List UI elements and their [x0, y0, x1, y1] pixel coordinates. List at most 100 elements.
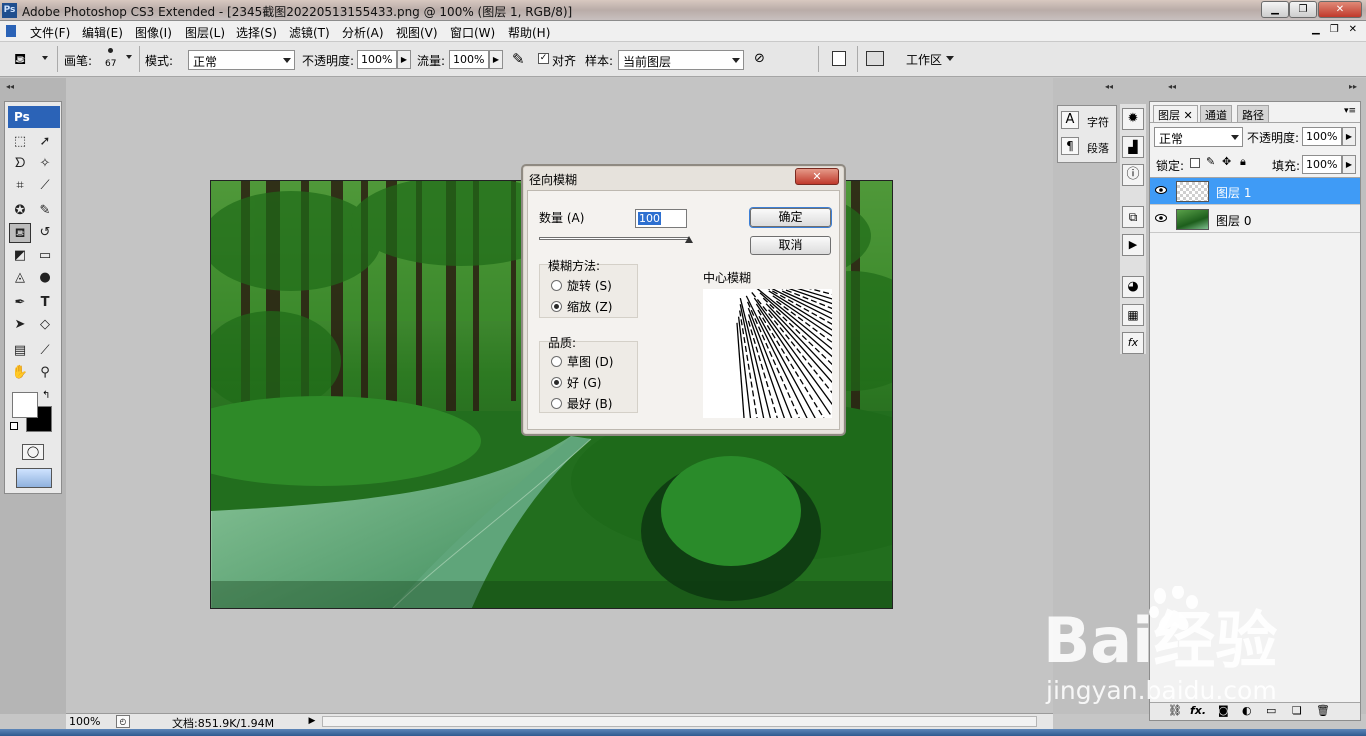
brushes-palette-icon[interactable]	[832, 51, 846, 66]
collapse-arrows-icon[interactable]: ◂◂	[6, 82, 14, 91]
opacity-slider-button[interactable]: ▶	[397, 50, 411, 69]
marquee-tool-icon[interactable]: ⬚	[9, 132, 31, 152]
layer-row[interactable]: 图层 0	[1150, 206, 1360, 233]
clone-stamp-tool-icon[interactable]: ⛾	[9, 223, 31, 243]
layer-style-button[interactable]: fx.	[1190, 704, 1206, 717]
brush-picker-arrow-icon[interactable]	[126, 55, 132, 59]
hand-tool-icon[interactable]: ✋	[9, 363, 31, 383]
fill-slider-button[interactable]: ▶	[1342, 155, 1356, 174]
new-group-icon[interactable]: ▭	[1266, 704, 1276, 717]
zoom-radio[interactable]	[551, 301, 562, 312]
document-window-controls[interactable]: ▁❐✕	[1312, 24, 1366, 35]
healing-brush-tool-icon[interactable]: ✪	[9, 201, 31, 221]
layer-mask-icon[interactable]: ◙	[1218, 704, 1229, 717]
path-selection-tool-icon[interactable]: ➤	[9, 315, 31, 335]
layer-name[interactable]: 图层 1	[1216, 184, 1251, 201]
menu-image[interactable]: 图像(I)	[135, 24, 172, 41]
character-label[interactable]: 字符	[1087, 114, 1109, 130]
character-icon[interactable]: A	[1061, 111, 1079, 129]
notes-tool-icon[interactable]: ▤	[9, 341, 31, 361]
lock-all-icon[interactable]: 🔒︎	[1240, 155, 1246, 169]
draft-radio[interactable]	[551, 356, 562, 367]
amount-input[interactable]: 100	[635, 209, 687, 228]
tool-preset-arrow-icon[interactable]	[42, 56, 48, 60]
shape-tool-icon[interactable]: ◇	[34, 315, 56, 335]
best-label[interactable]: 最好 (B)	[567, 395, 612, 412]
color-icon[interactable]: ◕	[1122, 276, 1144, 298]
magic-wand-tool-icon[interactable]: ✧	[34, 154, 56, 174]
eyedropper-tool-icon[interactable]: ⟋	[34, 341, 56, 361]
blur-tool-icon[interactable]: ◬	[9, 268, 31, 288]
airbrush-icon[interactable]: ✎	[512, 50, 525, 68]
flow-input[interactable]: 100%	[449, 50, 489, 69]
dodge-tool-icon[interactable]: ●	[34, 268, 56, 288]
history-icon[interactable]: ⧉	[1122, 206, 1144, 228]
menu-select[interactable]: 选择(S)	[236, 24, 277, 41]
menu-view[interactable]: 视图(V)	[396, 24, 438, 41]
menu-help[interactable]: 帮助(H)	[508, 24, 550, 41]
workspace-button[interactable]: 工作区	[906, 51, 942, 68]
brush-tip-icon[interactable]	[108, 48, 113, 53]
blend-mode-select[interactable]: 正常	[1154, 127, 1243, 147]
aligned-checkbox[interactable]: ✓	[538, 53, 549, 64]
collapse-arrows-icon[interactable]: ▸▸	[1349, 82, 1357, 91]
maximize-button[interactable]: ❐	[1289, 1, 1317, 18]
visibility-eye-icon[interactable]	[1155, 186, 1167, 194]
eraser-tool-icon[interactable]: ◩	[9, 246, 31, 266]
horizontal-scrollbar[interactable]	[322, 716, 1037, 727]
minimize-button[interactable]: ▁	[1261, 1, 1289, 18]
ok-button[interactable]: 确定	[750, 208, 831, 227]
menu-edit[interactable]: 编辑(E)	[82, 24, 123, 41]
paragraph-icon[interactable]: ¶	[1061, 137, 1079, 155]
draft-label[interactable]: 草图 (D)	[567, 353, 613, 370]
swap-colors-icon[interactable]: ↰	[42, 390, 50, 401]
navigator-icon[interactable]: ✹	[1122, 108, 1144, 130]
layer-opacity-input[interactable]: 100%	[1302, 127, 1342, 146]
lasso-tool-icon[interactable]: ᗤ	[9, 154, 31, 174]
close-tab-icon[interactable]: ✕	[1184, 109, 1193, 122]
panel-menu-icon[interactable]: ▾≡	[1344, 106, 1356, 116]
dialog-close-button[interactable]: ✕	[795, 168, 839, 185]
layer-row[interactable]: 图层 1	[1150, 178, 1360, 205]
brush-tool-icon[interactable]: ✎	[34, 201, 56, 221]
zoom-level[interactable]: 100%	[69, 715, 100, 728]
lock-transparency-icon[interactable]	[1190, 158, 1200, 168]
zoom-tool-icon[interactable]: ⚲	[34, 363, 56, 383]
link-layers-icon[interactable]: ⛓	[1168, 704, 1182, 717]
adjustment-layer-icon[interactable]: ◐	[1242, 704, 1252, 717]
styles-icon[interactable]: fx	[1122, 332, 1144, 354]
move-tool-icon[interactable]: ➚	[34, 132, 56, 152]
layer-opacity-slider-button[interactable]: ▶	[1342, 127, 1356, 146]
new-layer-icon[interactable]: ❏	[1292, 704, 1302, 717]
delete-layer-icon[interactable]: 🗑︎	[1316, 704, 1330, 717]
lock-position-icon[interactable]: ✥	[1222, 155, 1231, 168]
workspace-arrow-icon[interactable]	[946, 56, 954, 61]
menu-file[interactable]: 文件(F)	[30, 24, 70, 41]
zoom-label[interactable]: 缩放 (Z)	[567, 298, 612, 315]
fill-input[interactable]: 100%	[1302, 155, 1342, 174]
spin-label[interactable]: 旋转 (S)	[567, 277, 612, 294]
tab-channels[interactable]: 通道	[1200, 105, 1232, 122]
default-colors-icon[interactable]	[10, 422, 18, 430]
history-brush-tool-icon[interactable]: ↺	[34, 223, 56, 243]
crop-tool-icon[interactable]: ⌗	[9, 176, 31, 196]
visibility-eye-icon[interactable]	[1155, 214, 1167, 222]
mode-select[interactable]: 正常	[188, 50, 295, 70]
status-menu-icon[interactable]: ◴	[116, 715, 130, 728]
clone-stamp-tool-icon[interactable]: ⛾	[14, 50, 26, 70]
tab-layers[interactable]: 图层 ✕	[1153, 105, 1198, 122]
pen-tool-icon[interactable]: ✒	[9, 293, 31, 313]
menu-window[interactable]: 窗口(W)	[450, 24, 495, 41]
menu-layer[interactable]: 图层(L)	[185, 24, 225, 41]
good-label[interactable]: 好 (G)	[567, 374, 601, 391]
opacity-input[interactable]: 100%	[357, 50, 397, 69]
status-arrow-icon[interactable]: ▶	[306, 715, 318, 728]
sample-select[interactable]: 当前图层	[618, 50, 744, 70]
info-icon[interactable]: ⓘ	[1122, 164, 1144, 186]
close-button[interactable]: ✕	[1318, 1, 1362, 18]
swatches-icon[interactable]: ▦	[1122, 304, 1144, 326]
best-radio[interactable]	[551, 398, 562, 409]
collapse-arrows-icon[interactable]: ◂◂	[1105, 82, 1113, 91]
type-tool-icon[interactable]: T	[34, 293, 56, 313]
cancel-button[interactable]: 取消	[750, 236, 831, 255]
